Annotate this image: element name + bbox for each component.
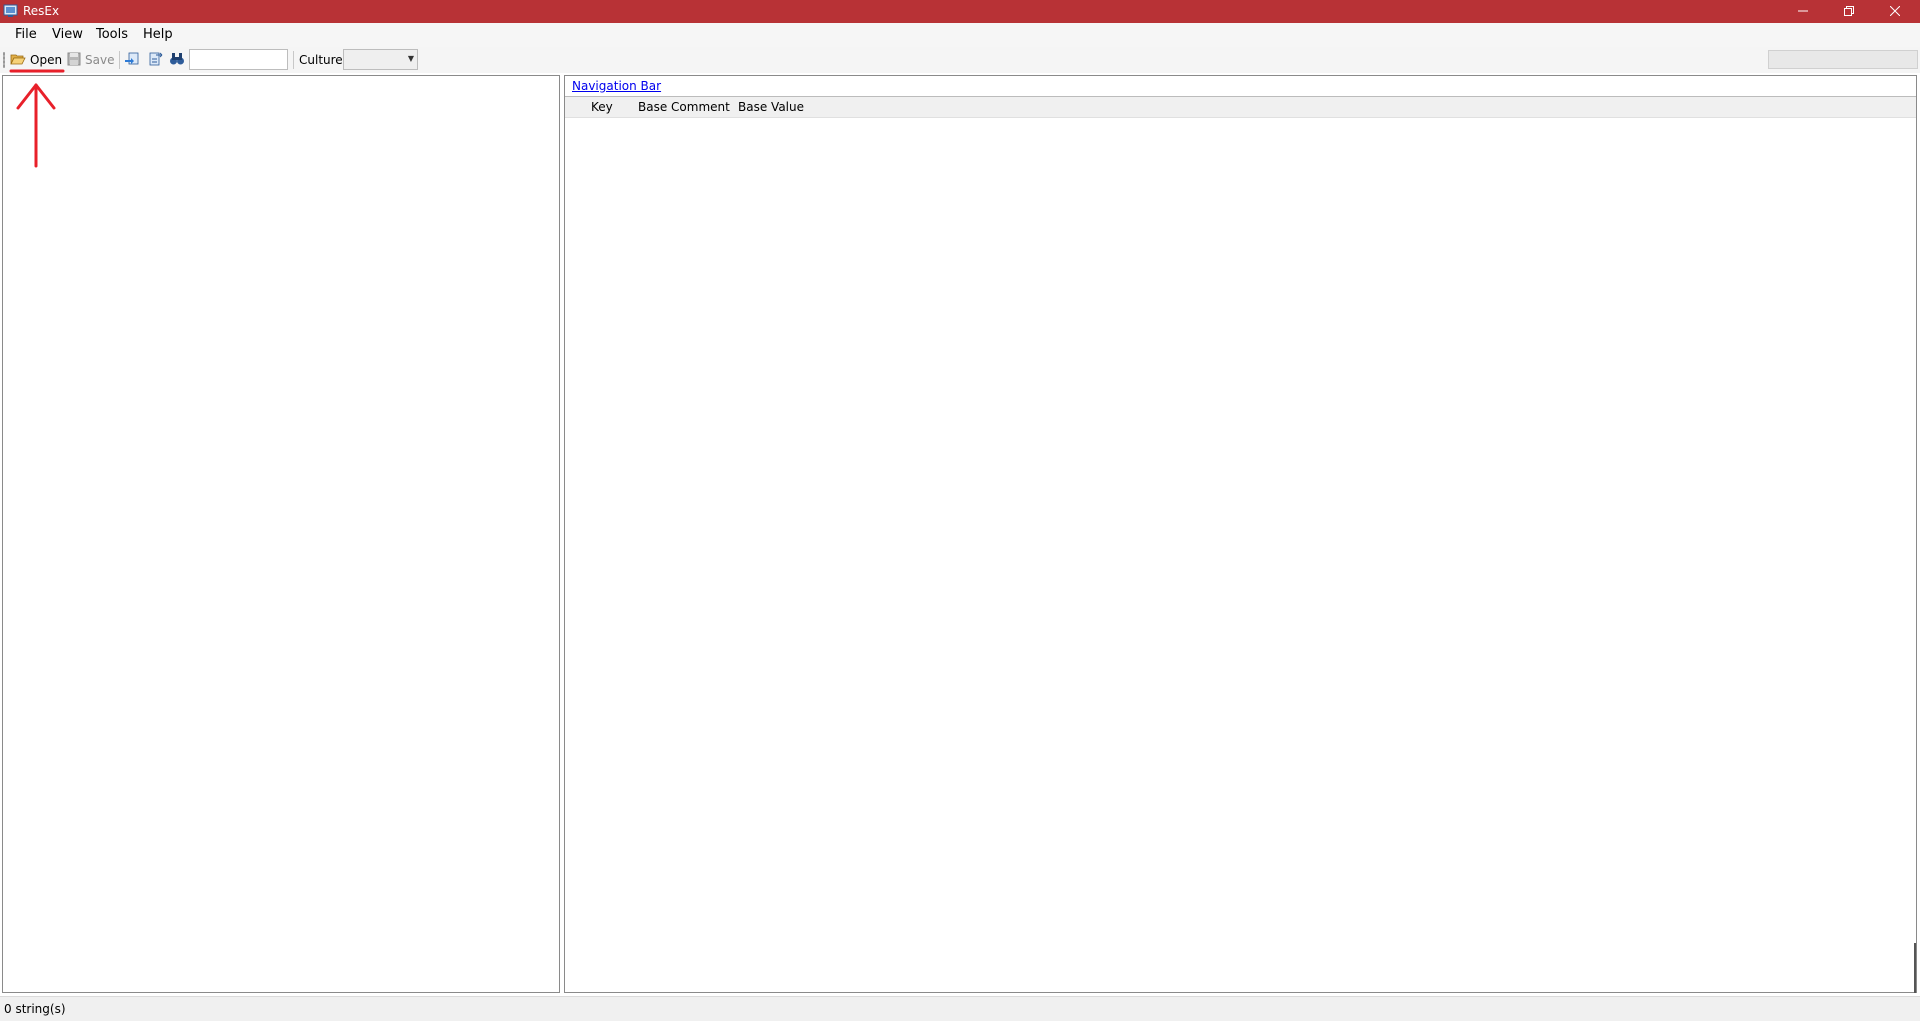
column-header-base-value[interactable]: Base Value [738, 100, 804, 114]
save-label: Save [85, 53, 115, 67]
chevron-down-icon: ▼ [407, 54, 414, 63]
save-button[interactable]: Save [67, 50, 114, 70]
culture-select[interactable]: ▼ [343, 49, 418, 70]
progress-bar [1768, 50, 1918, 69]
minimize-icon [1798, 5, 1808, 19]
toolbar-separator [119, 51, 120, 69]
menu-file[interactable]: File [15, 27, 37, 42]
grid-header: Key Base Comment Base Value [565, 97, 1916, 118]
strings-grid-panel: Navigation Bar Key Base Comment Base Val… [564, 75, 1917, 993]
resize-grip[interactable] [1914, 943, 1916, 993]
status-text: 0 string(s) [4, 1002, 66, 1016]
open-label: Open [30, 53, 63, 67]
navigation-bar-link[interactable]: Navigation Bar [572, 79, 661, 93]
export-icon [148, 51, 164, 70]
export-button[interactable] [148, 50, 164, 70]
toolbar-grip[interactable] [3, 52, 5, 68]
save-icon [67, 52, 81, 69]
menu-bar: File View Tools Help [0, 23, 1920, 47]
culture-label: Culture [299, 53, 343, 67]
find-button[interactable] [169, 50, 185, 70]
column-header-base-comment[interactable]: Base Comment [638, 100, 730, 114]
minimize-button[interactable] [1780, 0, 1826, 23]
app-icon [3, 3, 19, 19]
restore-icon [1844, 5, 1854, 19]
folder-open-icon [10, 51, 26, 70]
restore-button[interactable] [1826, 0, 1872, 23]
find-icon [169, 51, 185, 70]
import-button[interactable] [124, 50, 142, 70]
close-button[interactable] [1872, 0, 1918, 23]
title-bar: ResEx [0, 0, 1920, 23]
window-title: ResEx [23, 4, 60, 18]
column-header-key[interactable]: Key [591, 100, 613, 114]
toolbar: Open Save Culture ▼ [0, 47, 1920, 73]
status-bar: 0 string(s) [0, 996, 1920, 1021]
menu-help[interactable]: Help [143, 27, 173, 42]
menu-view[interactable]: View [52, 27, 83, 42]
menu-tools[interactable]: Tools [96, 27, 128, 42]
search-input[interactable] [189, 49, 288, 70]
toolbar-separator [293, 51, 294, 69]
resource-tree[interactable] [2, 75, 560, 993]
close-icon [1889, 5, 1901, 19]
import-icon [124, 51, 142, 70]
open-button[interactable]: Open [10, 50, 62, 70]
